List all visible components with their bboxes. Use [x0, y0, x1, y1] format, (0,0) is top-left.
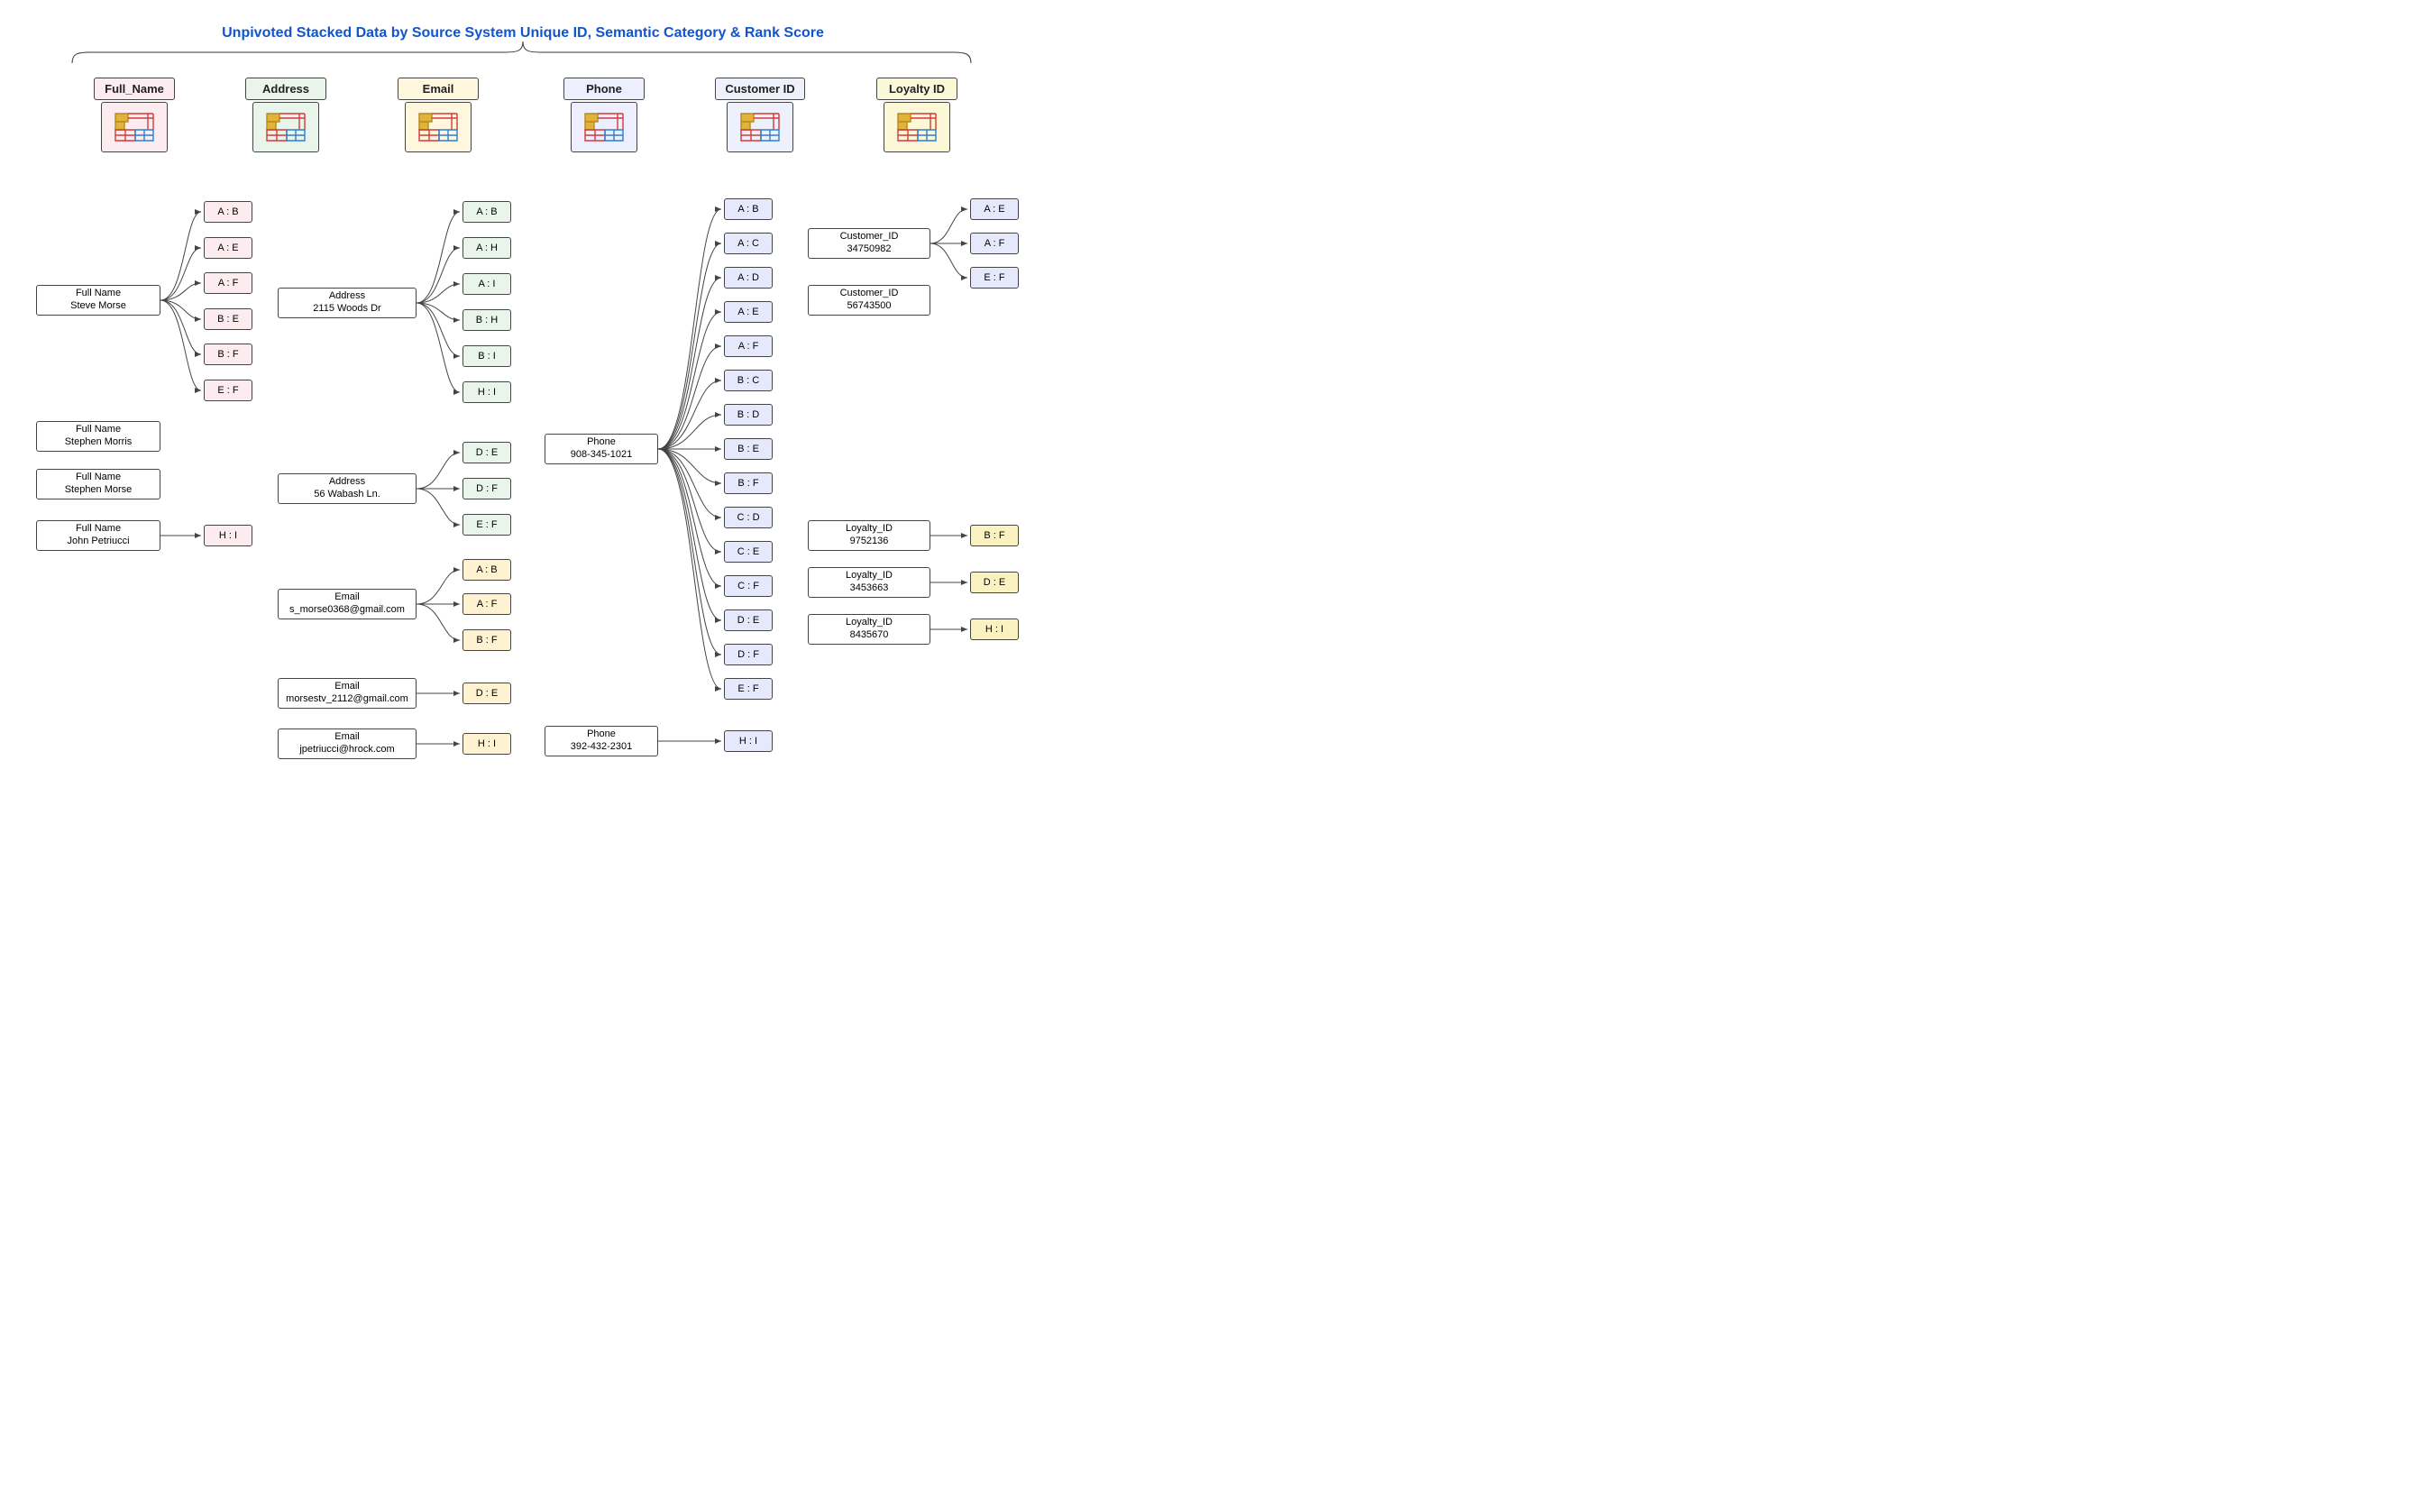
pair-ph-bc: B : C [724, 370, 773, 391]
pair-ad-ai: A : I [463, 273, 511, 295]
pair-ph-df: D : F [724, 644, 773, 665]
node-full-name-stephen-morse: Full NameStephen Morse [36, 469, 160, 499]
pair-ph-de: D : E [724, 609, 773, 631]
pair-ad2-de: D : E [463, 442, 511, 463]
pair-ph-ef: E : F [724, 678, 773, 700]
pair-em3-hi: H : I [463, 733, 511, 755]
pair-cu-af: A : F [970, 233, 1019, 254]
header-email: Email [398, 78, 479, 100]
pair-em2-de: D : E [463, 683, 511, 704]
node-full-name-stephen-morris: Full NameStephen Morris [36, 421, 160, 452]
grid-icon [405, 102, 472, 152]
grid-icon [252, 102, 319, 152]
grid-icon [884, 102, 950, 152]
pair-ph-ad: A : D [724, 267, 773, 289]
pair-ad2-ef: E : F [463, 514, 511, 536]
node-phone-1: Phone908-345-1021 [545, 434, 658, 464]
pair-ph-cd: C : D [724, 507, 773, 528]
pair-fn-be: B : E [204, 308, 252, 330]
header-full-name: Full_Name [94, 78, 175, 100]
pair-fn-ab: A : B [204, 201, 252, 223]
pair-lo3-hi: H : I [970, 619, 1019, 640]
node-address-2: Address56 Wabash Ln. [278, 473, 417, 504]
node-email-1: Emails_morse0368@gmail.com [278, 589, 417, 619]
pair-ph-ac: A : C [724, 233, 773, 254]
node-customer-2: Customer_ID56743500 [808, 285, 930, 316]
node-loyalty-1: Loyalty_ID9752136 [808, 520, 930, 551]
pair-fn-ef: E : F [204, 380, 252, 401]
pair-ph-bf: B : F [724, 472, 773, 494]
pair-ad-hi: H : I [463, 381, 511, 403]
pair-fn-hi: H : I [204, 525, 252, 546]
pair-ad-bi: B : I [463, 345, 511, 367]
pair-cu-ae: A : E [970, 198, 1019, 220]
pair-ph-cf: C : F [724, 575, 773, 597]
node-phone-2: Phone392-432-2301 [545, 726, 658, 756]
grid-icon [571, 102, 637, 152]
pair-em-af: A : F [463, 593, 511, 615]
pair-ph-ab: A : B [724, 198, 773, 220]
node-address-1: Address2115 Woods Dr [278, 288, 417, 318]
pair-ph2-hi: H : I [724, 730, 773, 752]
header-address: Address [245, 78, 326, 100]
pair-ad-ab: A : B [463, 201, 511, 223]
pair-fn-bf: B : F [204, 344, 252, 365]
pair-ph-ce: C : E [724, 541, 773, 563]
header-loyalty-id: Loyalty ID [876, 78, 957, 100]
pair-ad2-df: D : F [463, 478, 511, 499]
node-full-name-steve-morse: Full NameSteve Morse [36, 285, 160, 316]
header-customer-id: Customer ID [715, 78, 805, 100]
pair-ph-be: B : E [724, 438, 773, 460]
pair-fn-af: A : F [204, 272, 252, 294]
node-full-name-john-petriucci: Full NameJohn Petriucci [36, 520, 160, 551]
diagram-title: Unpivoted Stacked Data by Source System … [207, 25, 838, 41]
pair-ad-ah: A : H [463, 237, 511, 259]
pair-cu-ef: E : F [970, 267, 1019, 289]
pair-ad-bh: B : H [463, 309, 511, 331]
header-phone: Phone [563, 78, 645, 100]
pair-em-ab: A : B [463, 559, 511, 581]
node-loyalty-3: Loyalty_ID8435670 [808, 614, 930, 645]
pair-em-bf: B : F [463, 629, 511, 651]
pair-ph-bd: B : D [724, 404, 773, 426]
diagram-stage: Unpivoted Stacked Data by Source System … [0, 0, 1214, 756]
node-customer-1: Customer_ID34750982 [808, 228, 930, 259]
pair-ph-ae: A : E [724, 301, 773, 323]
node-loyalty-2: Loyalty_ID3453663 [808, 567, 930, 598]
pair-lo2-de: D : E [970, 572, 1019, 593]
pair-lo1-bf: B : F [970, 525, 1019, 546]
grid-icon [727, 102, 793, 152]
grid-icon [101, 102, 168, 152]
node-email-3: Emailjpetriucci@hrock.com [278, 729, 417, 759]
node-email-2: Emailmorsestv_2112@gmail.com [278, 678, 417, 709]
pair-fn-ae: A : E [204, 237, 252, 259]
pair-ph-af: A : F [724, 335, 773, 357]
